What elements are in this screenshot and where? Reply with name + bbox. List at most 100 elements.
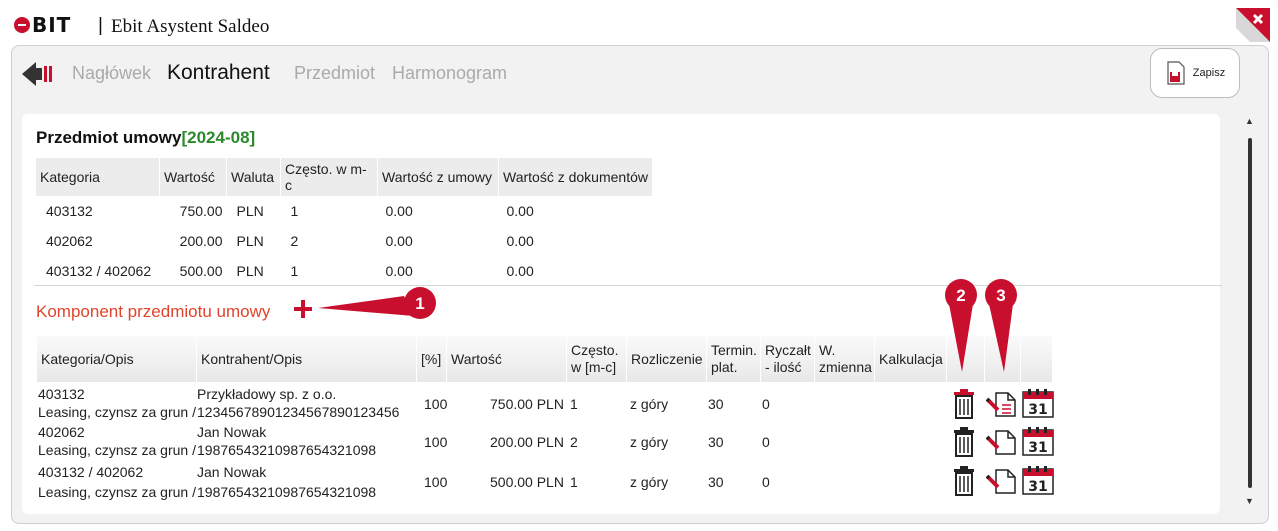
cell-kategoria: 402062 bbox=[46, 233, 93, 249]
cell-czesto: 1 bbox=[570, 474, 578, 490]
scrollbar[interactable]: ▲ ▼ bbox=[1241, 116, 1259, 511]
cell-kategoria: 403132 / 402062 bbox=[46, 263, 152, 279]
main-frame: Nagłówek Kontrahent Przedmiot Harmonogra… bbox=[11, 45, 1269, 524]
section-title-text: Przedmiot umowy bbox=[36, 128, 182, 147]
col-waluta: Waluta bbox=[226, 158, 281, 196]
cell-termin: 30 bbox=[708, 434, 724, 450]
cell-rozliczenie: z góry bbox=[630, 474, 669, 490]
col-wartosc-umowy: Wartość z umowy bbox=[377, 158, 499, 196]
trash-icon[interactable] bbox=[953, 466, 975, 496]
col-wartosc-komponent: Wartość bbox=[446, 336, 566, 382]
scroll-up-arrow-icon[interactable]: ▲ bbox=[1245, 116, 1254, 126]
cell-kontrahent: Przykładowy sp. z o.o. bbox=[197, 386, 337, 402]
col-ryczalt-line1: Ryczałt bbox=[765, 342, 811, 358]
col-termin-line1: Termin. bbox=[711, 342, 757, 358]
cell-czesto: 1 bbox=[290, 203, 299, 219]
col-czesto-komponent: Często. w [m-c] bbox=[566, 336, 626, 382]
tab-harmonogram[interactable]: Harmonogram bbox=[392, 63, 507, 84]
table-row[interactable]: 403132 Leasing, czynsz za grun / Przykła… bbox=[36, 384, 1054, 422]
cell-opis: Leasing, czynsz za grun / bbox=[38, 404, 196, 420]
close-icon[interactable] bbox=[1236, 8, 1270, 42]
cell-wartosc: 750.00 bbox=[179, 203, 223, 219]
col-wzmienna-line1: W. bbox=[819, 342, 836, 358]
cell-czesto: 1 bbox=[570, 396, 578, 412]
tab-przedmiot[interactable]: Przedmiot bbox=[294, 63, 375, 84]
cell-wartosc-umowy: 0.00 bbox=[385, 233, 413, 249]
cell-konto: 19876543210987654321098 bbox=[197, 442, 377, 458]
cell-kontrahent: Jan Nowak bbox=[197, 464, 267, 480]
col-czesto: Często. w m-c bbox=[280, 158, 378, 196]
content-card: Przedmiot umowy[2024-08] Kategoria Warto… bbox=[22, 114, 1222, 514]
cell-waluta: PLN bbox=[236, 203, 264, 219]
edit-document-icon[interactable] bbox=[986, 467, 1018, 495]
col-schedule bbox=[1020, 336, 1052, 382]
col-termin: Termin. plat. bbox=[706, 336, 760, 382]
callout-marker-1: 1 bbox=[318, 287, 436, 319]
cell-waluta: PLN bbox=[236, 263, 264, 279]
add-icon[interactable] bbox=[292, 298, 314, 320]
calendar-icon[interactable]: 31 bbox=[1022, 426, 1054, 456]
table-row: 403132 / 402062 500.00 PLN 1 0.00 0.00 bbox=[36, 256, 653, 286]
cell-opis: Leasing, czynsz za grun / bbox=[38, 484, 196, 500]
calendar-day: 31 bbox=[1028, 479, 1047, 495]
components-header: Kategoria/Opis Kontrahent/Opis [%] Warto… bbox=[36, 336, 1052, 382]
tab-kontrahent[interactable]: Kontrahent bbox=[167, 61, 270, 85]
cell-procent: 100 bbox=[424, 396, 448, 412]
table-row[interactable]: 402062 Leasing, czynsz za grun / Jan Now… bbox=[36, 422, 1054, 460]
cell-wartosc-dokumentow: 0.00 bbox=[506, 263, 534, 279]
table-row[interactable]: 403132 / 402062 Leasing, czynsz za grun … bbox=[36, 460, 1054, 500]
col-kalkulacja: Kalkulacja bbox=[874, 336, 946, 382]
cell-konto: 19876543210987654321098 bbox=[197, 484, 377, 500]
summary-header-row: Kategoria Wartość Waluta Często. w m-c W… bbox=[36, 158, 653, 196]
cell-konto: 12345678901234567890123456 bbox=[197, 404, 400, 420]
save-icon bbox=[1167, 61, 1185, 85]
summary-table: Kategoria Wartość Waluta Często. w m-c W… bbox=[36, 158, 653, 286]
col-w-zmienna: W. zmienna bbox=[814, 336, 874, 382]
edit-document-icon[interactable] bbox=[986, 390, 1018, 418]
col-wzmienna-line2: zmienna bbox=[819, 359, 872, 375]
edit-document-icon[interactable] bbox=[986, 428, 1018, 456]
cell-kategoria: 403132 / 402062 bbox=[38, 464, 144, 480]
cell-czesto: 2 bbox=[570, 434, 578, 450]
col-ryczalt-line2: - ilość bbox=[765, 359, 802, 375]
col-czesto-line1: Często. bbox=[571, 342, 619, 358]
callout-label-1: 1 bbox=[415, 294, 424, 313]
col-kontrahent-opis: Kontrahent/Opis bbox=[196, 336, 416, 382]
col-procent: [%] bbox=[416, 336, 446, 382]
trash-icon[interactable] bbox=[953, 389, 975, 419]
scrollbar-thumb[interactable] bbox=[1248, 138, 1252, 488]
col-kategoria: Kategoria bbox=[36, 158, 160, 196]
cell-wartosc: 200.00 bbox=[179, 233, 223, 249]
callout-label-3: 3 bbox=[996, 286, 1005, 305]
col-wartosc-dokumentow: Wartość z dokumentów bbox=[498, 158, 653, 196]
ebit-logo-mark bbox=[14, 17, 30, 33]
calendar-icon[interactable]: 31 bbox=[1022, 388, 1054, 418]
cell-ryczalt: 0 bbox=[762, 434, 770, 450]
cell-procent: 100 bbox=[424, 474, 448, 490]
calendar-icon[interactable]: 31 bbox=[1022, 465, 1054, 495]
table-row: 402062 200.00 PLN 2 0.00 0.00 bbox=[36, 226, 653, 256]
col-kategoria-opis: Kategoria/Opis bbox=[36, 336, 196, 382]
cell-ryczalt: 0 bbox=[762, 474, 770, 490]
ebit-logo-text: BIT bbox=[32, 13, 72, 37]
callout-label-2: 2 bbox=[956, 286, 965, 305]
trash-icon[interactable] bbox=[953, 427, 975, 457]
cell-ryczalt: 0 bbox=[762, 396, 770, 412]
cell-wartosc: 200.00 PLN bbox=[490, 434, 564, 450]
section-period: [2024-08] bbox=[181, 128, 256, 147]
save-button[interactable]: Zapisz bbox=[1150, 48, 1240, 98]
tab-naglowek[interactable]: Nagłówek bbox=[72, 63, 151, 84]
components-title: Komponent przedmiotu umowy bbox=[36, 302, 271, 321]
cell-rozliczenie: z góry bbox=[630, 434, 669, 450]
table-row: 403132 750.00 PLN 1 0.00 0.00 bbox=[36, 196, 653, 226]
nav-bar: Nagłówek Kontrahent Przedmiot Harmonogra… bbox=[12, 46, 1268, 106]
col-czesto-line2: w [m-c] bbox=[571, 359, 617, 375]
cell-waluta: PLN bbox=[236, 233, 264, 249]
cell-wartosc: 500.00 PLN bbox=[490, 474, 564, 490]
back-arrow-icon[interactable] bbox=[22, 60, 54, 88]
cell-rozliczenie: z góry bbox=[630, 396, 669, 412]
cell-wartosc-umowy: 0.00 bbox=[385, 203, 413, 219]
cell-kategoria: 403132 bbox=[46, 203, 93, 219]
scroll-down-arrow-icon[interactable]: ▼ bbox=[1245, 496, 1254, 506]
cell-kontrahent: Jan Nowak bbox=[197, 424, 267, 440]
